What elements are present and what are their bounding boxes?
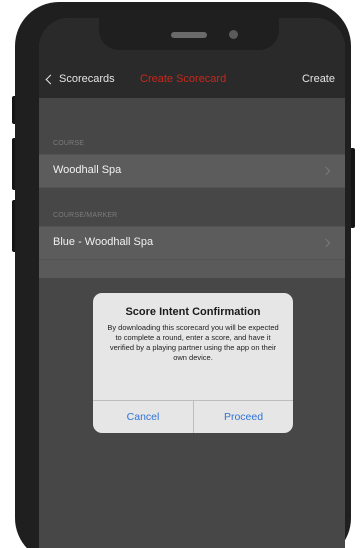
cancel-button[interactable]: Cancel (93, 401, 193, 433)
device-frame-stage: Scorecards Create Scorecard Create COURS… (0, 0, 360, 548)
front-camera (229, 30, 238, 39)
chevron-right-icon (321, 166, 331, 176)
chevron-right-icon (321, 238, 331, 248)
chevron-left-icon (45, 74, 56, 84)
course-value: Woodhall Spa (53, 164, 122, 176)
dimmed-list-row (39, 260, 345, 278)
status-bar (39, 18, 345, 64)
alert-message: By downloading this scorecard you will b… (107, 323, 279, 362)
proceed-button[interactable]: Proceed (194, 401, 293, 433)
score-intent-alert: Score Intent Confirmation By downloading… (93, 293, 293, 433)
speaker-grille (171, 32, 207, 38)
back-button-label: Scorecards (59, 73, 115, 85)
alert-title: Score Intent Confirmation (125, 306, 261, 318)
course-row[interactable]: Woodhall Spa (39, 154, 345, 188)
marker-row[interactable]: Blue - Woodhall Spa (39, 226, 345, 260)
create-button[interactable]: Create (302, 73, 335, 85)
navigation-bar: Scorecards Create Scorecard Create (39, 64, 345, 98)
course-section-header: COURSE (53, 140, 85, 147)
phone-screen: Scorecards Create Scorecard Create COURS… (39, 18, 345, 548)
marker-value: Blue - Woodhall Spa (53, 236, 154, 248)
back-button[interactable]: Scorecards (45, 73, 115, 85)
marker-section-header: COURSE/MARKER (53, 212, 118, 219)
page-title: Create Scorecard (140, 73, 227, 85)
